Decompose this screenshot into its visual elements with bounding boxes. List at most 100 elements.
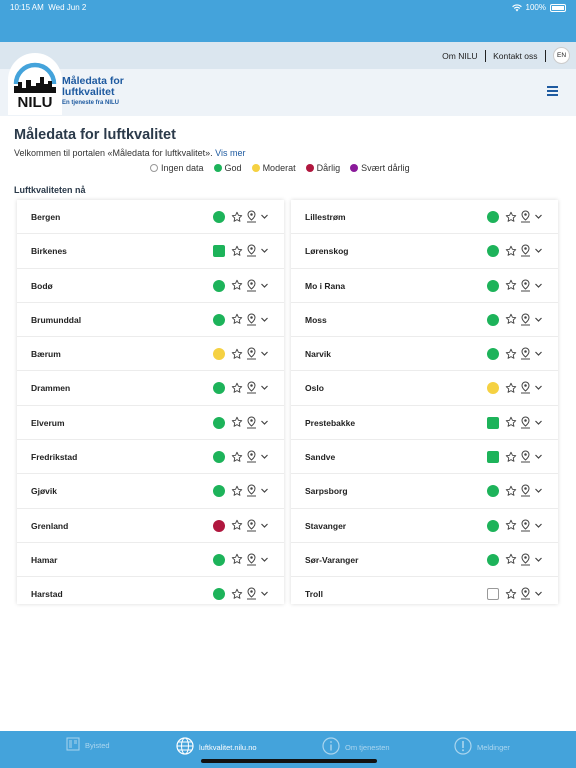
favorite-star-icon[interactable] (231, 313, 243, 325)
favorite-star-icon[interactable] (231, 416, 243, 428)
map-pin-icon[interactable] (246, 381, 257, 394)
station-row[interactable]: Prestebakke (291, 406, 558, 441)
favorite-star-icon[interactable] (505, 519, 517, 531)
chevron-down-icon[interactable] (534, 281, 543, 290)
station-row[interactable]: Sarpsborg (291, 474, 558, 509)
chevron-down-icon[interactable] (534, 486, 543, 495)
map-pin-icon[interactable] (520, 210, 531, 223)
favorite-star-icon[interactable] (231, 348, 243, 360)
map-pin-icon[interactable] (246, 279, 257, 292)
favorite-star-icon[interactable] (505, 348, 517, 360)
station-row[interactable]: Elverum (17, 406, 284, 441)
favorite-star-icon[interactable] (231, 245, 243, 257)
chevron-down-icon[interactable] (534, 589, 543, 598)
tab-luftkvalitet-nilu-no[interactable]: luftkvalitet.nilu.no (176, 737, 257, 757)
station-row[interactable]: Bærum (17, 337, 284, 372)
chevron-down-icon[interactable] (260, 452, 269, 461)
favorite-star-icon[interactable] (231, 279, 243, 291)
chevron-down-icon[interactable] (260, 521, 269, 530)
chevron-down-icon[interactable] (534, 452, 543, 461)
station-row[interactable]: Sandve (291, 440, 558, 475)
favorite-star-icon[interactable] (505, 588, 517, 600)
chevron-down-icon[interactable] (534, 315, 543, 324)
chevron-down-icon[interactable] (260, 315, 269, 324)
favorite-star-icon[interactable] (231, 553, 243, 565)
favorite-star-icon[interactable] (231, 451, 243, 463)
map-pin-icon[interactable] (520, 519, 531, 532)
chevron-down-icon[interactable] (260, 383, 269, 392)
favorite-star-icon[interactable] (505, 211, 517, 223)
map-pin-icon[interactable] (520, 450, 531, 463)
favorite-star-icon[interactable] (505, 313, 517, 325)
chevron-down-icon[interactable] (534, 418, 543, 427)
favorite-star-icon[interactable] (231, 382, 243, 394)
logo[interactable]: NILU (8, 53, 62, 115)
map-pin-icon[interactable] (520, 587, 531, 600)
favorite-star-icon[interactable] (231, 211, 243, 223)
contact-link[interactable]: Kontakt oss (493, 51, 537, 61)
station-row[interactable]: Bergen (17, 200, 284, 235)
station-row[interactable]: Oslo (291, 371, 558, 406)
station-row[interactable]: Mo i Rana (291, 269, 558, 303)
station-row[interactable]: Narvik (291, 337, 558, 372)
station-row[interactable]: Gjøvik (17, 474, 284, 509)
map-pin-icon[interactable] (246, 416, 257, 429)
station-row[interactable]: Drammen (17, 371, 284, 406)
map-pin-icon[interactable] (246, 450, 257, 463)
map-pin-icon[interactable] (520, 381, 531, 394)
map-pin-icon[interactable] (246, 587, 257, 600)
favorite-star-icon[interactable] (231, 485, 243, 497)
map-pin-icon[interactable] (520, 416, 531, 429)
favorite-star-icon[interactable] (505, 553, 517, 565)
chevron-down-icon[interactable] (534, 521, 543, 530)
map-pin-icon[interactable] (246, 484, 257, 497)
station-row[interactable]: Fredrikstad (17, 440, 284, 475)
chevron-down-icon[interactable] (260, 349, 269, 358)
chevron-down-icon[interactable] (534, 246, 543, 255)
chevron-down-icon[interactable] (534, 555, 543, 564)
favorite-star-icon[interactable] (505, 245, 517, 257)
map-pin-icon[interactable] (246, 553, 257, 566)
hamburger-menu-icon[interactable] (547, 86, 558, 98)
chevron-down-icon[interactable] (260, 555, 269, 564)
chevron-down-icon[interactable] (534, 383, 543, 392)
show-more-link[interactable]: Vis mer (215, 148, 245, 158)
map-pin-icon[interactable] (246, 244, 257, 257)
tab-meldinger[interactable]: Meldinger (454, 737, 510, 757)
station-row[interactable]: Troll (291, 577, 558, 604)
language-button[interactable]: EN (553, 47, 570, 64)
favorite-star-icon[interactable] (505, 382, 517, 394)
map-pin-icon[interactable] (520, 484, 531, 497)
station-row[interactable]: Birkenes (17, 234, 284, 269)
station-row[interactable]: Moss (291, 303, 558, 338)
chevron-down-icon[interactable] (260, 589, 269, 598)
map-pin-icon[interactable] (246, 210, 257, 223)
station-row[interactable]: Hamar (17, 543, 284, 578)
station-row[interactable]: Bodø (17, 269, 284, 303)
favorite-star-icon[interactable] (505, 416, 517, 428)
chevron-down-icon[interactable] (260, 486, 269, 495)
station-row[interactable]: Grenland (17, 509, 284, 543)
favorite-star-icon[interactable] (505, 451, 517, 463)
chevron-down-icon[interactable] (260, 418, 269, 427)
station-row[interactable]: Lillestrøm (291, 200, 558, 235)
map-pin-icon[interactable] (246, 313, 257, 326)
map-pin-icon[interactable] (520, 553, 531, 566)
station-row[interactable]: Lørenskog (291, 234, 558, 269)
station-row[interactable]: Stavanger (291, 509, 558, 543)
station-row[interactable]: Harstad (17, 577, 284, 604)
chevron-down-icon[interactable] (260, 246, 269, 255)
tab-byisted[interactable]: Byisted (66, 737, 110, 753)
station-row[interactable]: Sør-Varanger (291, 543, 558, 578)
map-pin-icon[interactable] (520, 347, 531, 360)
tab-om-tjenesten[interactable]: Om tjenesten (322, 737, 390, 757)
favorite-star-icon[interactable] (231, 519, 243, 531)
station-row[interactable]: Brumunddal (17, 303, 284, 338)
about-link[interactable]: Om NILU (442, 51, 477, 61)
favorite-star-icon[interactable] (231, 588, 243, 600)
map-pin-icon[interactable] (520, 313, 531, 326)
chevron-down-icon[interactable] (260, 212, 269, 221)
chevron-down-icon[interactable] (260, 281, 269, 290)
favorite-star-icon[interactable] (505, 485, 517, 497)
favorite-star-icon[interactable] (505, 279, 517, 291)
